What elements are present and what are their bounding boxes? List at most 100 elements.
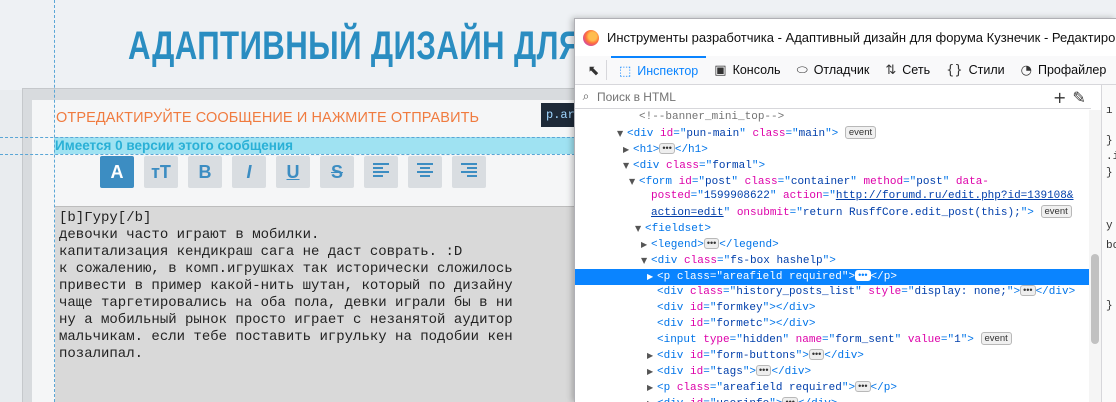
markup-node-row[interactable]: posted="1599908622" action="http://forum… (575, 189, 1089, 205)
text-case-icon: тT (151, 161, 171, 182)
markup-node-row[interactable]: <div id="formetc"></div> (575, 317, 1089, 333)
collapsed-content-ellipsis[interactable]: ••• (782, 397, 798, 402)
collapsed-content-ellipsis[interactable]: ••• (855, 381, 871, 393)
collapsed-content-ellipsis[interactable]: ••• (659, 142, 675, 154)
text-case-button[interactable]: тT (144, 156, 178, 188)
rule-fragment: ı (1106, 105, 1113, 117)
html-search-input[interactable] (597, 89, 1037, 104)
align-left-button[interactable] (364, 156, 398, 188)
profiler-icon: ◔ (1020, 62, 1032, 78)
font-size-icon: A (110, 161, 124, 182)
markup-node-row[interactable]: ▶ <div id="form-buttons"> ••• </div> (575, 348, 1089, 364)
devtools-titlebar: Инструменты разработчика - Адаптивный ди… (575, 19, 1116, 56)
markup-node-row[interactable]: <div class="history_posts_list" style="d… (575, 284, 1089, 301)
network-icon: ⇅ (885, 62, 897, 78)
markup-node-row[interactable]: <div id="formkey"></div> (575, 301, 1089, 317)
expand-twisty-icon[interactable]: ▶ (623, 142, 633, 158)
event-badge[interactable]: event (1040, 205, 1072, 219)
expand-twisty-icon[interactable]: ▶ (647, 348, 657, 364)
markup-node-row[interactable]: ▶ <legend> ••• </legend> (575, 237, 1089, 253)
rules-side-pane: ı} .i} у bo} (1101, 85, 1116, 402)
strikethrough-button[interactable]: S (320, 156, 354, 188)
collapse-twisty-icon[interactable]: ▼ (617, 126, 627, 142)
console-icon: ▣ (714, 62, 727, 78)
italic-icon: I (246, 161, 252, 182)
rule-fragment: у (1106, 220, 1113, 232)
devtools-tab-label: Консоль (732, 63, 781, 77)
underline-icon: U (286, 161, 300, 182)
versions-link[interactable]: Имеется 0 версии этого сообщения (55, 138, 293, 153)
inspector-icon: ⬚ (619, 63, 632, 79)
collapsed-content-ellipsis[interactable]: ••• (703, 238, 720, 250)
collapse-twisty-icon[interactable]: ▼ (629, 174, 639, 190)
devtools-window-title: Инструменты разработчика - Адаптивный ди… (607, 30, 1116, 45)
expand-twisty-icon[interactable]: ▶ (647, 269, 657, 285)
style-editor-icon: {} (946, 62, 963, 78)
markup-scrollbar-thumb[interactable] (1091, 254, 1099, 344)
devtools-tab-profiler[interactable]: ◔ Профайлер (1013, 56, 1115, 85)
markup-node-row[interactable]: ▶ <div id="tags"> ••• </div> (575, 364, 1089, 380)
markup-node-row[interactable]: action=edit" onsubmit="return RusffCore.… (575, 205, 1089, 221)
eyedropper-icon[interactable]: ✎ (1072, 88, 1085, 107)
message-textarea[interactable]: [b]Гуру[/b] девочки часто играют в мобил… (55, 206, 582, 402)
html-search-bar: ⌕ (575, 85, 1091, 109)
devtools-window: Инструменты разработчика - Адаптивный ди… (574, 18, 1116, 402)
markup-node-row[interactable]: ▼ <div id="pun-main" class="main"> event (575, 125, 1089, 142)
rule-fragment: bo (1106, 240, 1116, 252)
collapsed-content-ellipsis[interactable]: ••• (756, 365, 772, 377)
devtools-tab-inspector[interactable]: ⬚ Инспектор (611, 55, 707, 85)
markup-node-row[interactable]: ▼ <div class="fs-box hashelp"> (575, 253, 1089, 269)
markup-node-row[interactable]: ▶<div id="userinfo">•••</div> (575, 396, 1089, 402)
rule-fragment: .i (1106, 151, 1116, 163)
strikethrough-icon: S (330, 161, 343, 182)
devtools-tab-label: Инспектор (637, 64, 699, 78)
markup-node-row[interactable]: ▶ <h1> ••• </h1> (575, 142, 1089, 158)
bold-button[interactable]: B (188, 156, 222, 188)
underline-button[interactable]: U (276, 156, 310, 188)
devtools-tab-label: Отладчик (813, 63, 870, 77)
markup-node-row[interactable]: <!--banner_mini_top--> (575, 110, 1089, 126)
devtools-tab-console[interactable]: ▣ Консоль (706, 56, 788, 85)
event-badge[interactable]: event (980, 332, 1012, 346)
add-node-icon[interactable]: + (1053, 88, 1066, 107)
expand-twisty-icon[interactable]: ▶ (647, 396, 657, 402)
devtools-tab-debugger[interactable]: ⬭ Отладчик (789, 56, 878, 85)
align-right-icon (459, 161, 479, 184)
align-right-button[interactable] (452, 156, 486, 188)
markup-node-row[interactable]: ▼ <fieldset> (575, 221, 1089, 237)
devtools-tab-style-editor[interactable]: {} Стили (938, 56, 1013, 85)
guide-line-top (0, 137, 580, 138)
devtools-tab-label: Профайлер (1038, 63, 1107, 77)
italic-button[interactable]: I (232, 156, 266, 188)
font-size-button[interactable]: A (100, 156, 134, 188)
edit-heading: ОТРЕДАКТИРУЙТЕ СООБЩЕНИЕ И НАЖМИТЕ ОТПРА… (56, 110, 480, 126)
devtools-tab-label: Стили (968, 63, 1005, 77)
inspector-actions: + ✎ (1053, 85, 1086, 109)
expand-twisty-icon[interactable]: ▶ (647, 364, 657, 380)
collapsed-content-ellipsis[interactable]: ••• (1020, 284, 1036, 296)
collapse-twisty-icon[interactable]: ▼ (635, 221, 645, 237)
rule-fragment: } (1106, 135, 1113, 147)
event-badge[interactable]: event (844, 125, 877, 139)
devtools-tabbar: ⬉ ⬚ Инспектор ▣ Консоль ⬭ Отладчик ⇅ Сеть {} Стил… (575, 55, 1116, 85)
collapsed-content-ellipsis[interactable]: ••• (855, 269, 871, 281)
markup-node-row[interactable]: ▼ <form id="post" class="container" metho… (575, 174, 1089, 190)
element-picker-icon[interactable]: ⬉ (581, 60, 607, 80)
debugger-icon: ⬭ (796, 62, 808, 78)
markup-tree: <!--banner_mini_top--> ▼ <div id="pun-main… (575, 110, 1089, 402)
align-center-icon (415, 161, 435, 184)
expand-twisty-icon[interactable]: ▶ (647, 380, 657, 396)
markup-node-row[interactable]: ▶ <p class="areafield required"> ••• </p> (575, 268, 1089, 285)
editor-toolbar: AтT B I U S (100, 156, 486, 190)
markup-node-row[interactable]: ▼ <div class="formal"> (575, 158, 1089, 174)
collapse-twisty-icon[interactable]: ▼ (641, 253, 651, 269)
collapse-twisty-icon[interactable]: ▼ (623, 158, 633, 174)
markup-node-row[interactable]: ▶ <p class="areafield required"> ••• </p> (575, 380, 1089, 396)
align-center-button[interactable] (408, 156, 442, 188)
markup-node-row[interactable]: <input type="hidden" name="form_sent" va… (575, 332, 1089, 348)
collapsed-content-ellipsis[interactable]: ••• (808, 349, 825, 361)
devtools-tab-network[interactable]: ⇅ Сеть (877, 56, 938, 85)
search-icon: ⌕ (582, 89, 590, 103)
devtools-tab-label: Сеть (902, 63, 931, 77)
expand-twisty-icon[interactable]: ▶ (641, 237, 651, 253)
